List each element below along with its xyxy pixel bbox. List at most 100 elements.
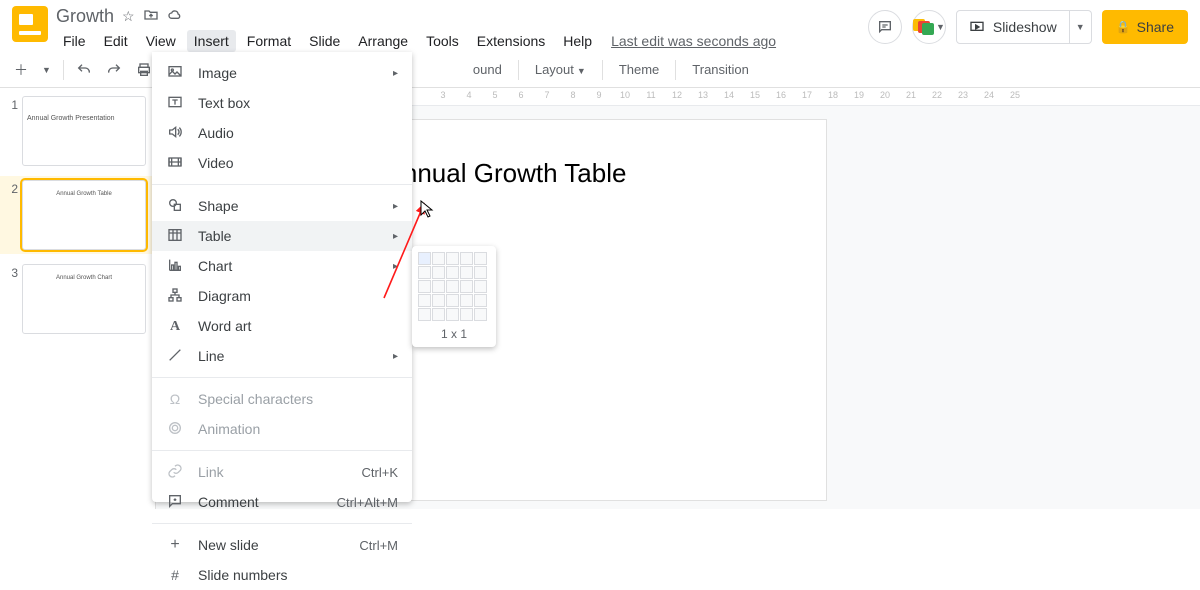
table-grid-cell[interactable]: [460, 308, 473, 321]
table-grid-cell[interactable]: [418, 266, 431, 279]
insert-menu-video[interactable]: Video: [152, 148, 412, 178]
menu-file[interactable]: File: [56, 30, 93, 52]
menu-item-label: Link: [198, 464, 224, 480]
menu-view[interactable]: View: [139, 30, 183, 52]
audio-icon: [166, 124, 184, 143]
toolbar-transition[interactable]: Transition: [682, 58, 759, 81]
menu-help[interactable]: Help: [556, 30, 599, 52]
undo-button[interactable]: [70, 58, 98, 82]
menu-slide[interactable]: Slide: [302, 30, 347, 52]
menu-separator: [152, 184, 412, 185]
ruler-tick: 24: [976, 90, 1002, 100]
insert-menu-text-box[interactable]: Text box: [152, 88, 412, 118]
insert-menu-diagram[interactable]: Diagram: [152, 281, 412, 311]
menu-arrange[interactable]: Arrange: [351, 30, 415, 52]
table-grid-cell[interactable]: [474, 280, 487, 293]
table-grid-cell[interactable]: [432, 266, 445, 279]
meet-button[interactable]: ▼: [912, 10, 946, 44]
spchar-icon: Ω: [166, 391, 184, 407]
table-grid-cell[interactable]: [446, 266, 459, 279]
star-icon[interactable]: ☆: [122, 8, 135, 25]
slide-thumbnail[interactable]: Annual Growth Chart: [22, 264, 146, 334]
toolbar-layout[interactable]: Layout▼: [525, 58, 596, 81]
ruler-tick: 10: [612, 90, 638, 100]
table-grid-cell[interactable]: [474, 294, 487, 307]
wordart-icon: A: [166, 317, 184, 335]
table-grid-cell[interactable]: [460, 280, 473, 293]
menu-edit[interactable]: Edit: [97, 30, 135, 52]
insert-menu-comment[interactable]: CommentCtrl+Alt+M: [152, 487, 412, 517]
table-grid-cell[interactable]: [460, 294, 473, 307]
thumb-row[interactable]: 2 Annual Growth Table: [0, 176, 155, 254]
table-grid-cell[interactable]: [474, 308, 487, 321]
move-to-folder-icon[interactable]: [143, 7, 159, 26]
slide-thumbnail[interactable]: Annual Growth Presentation: [22, 96, 146, 166]
insert-menu-image[interactable]: Image▸: [152, 58, 412, 88]
table-grid-picker[interactable]: [418, 252, 490, 321]
menu-item-label: Shape: [198, 198, 238, 214]
ruler-tick: 8: [560, 90, 586, 100]
new-slide-button[interactable]: ＋: [8, 56, 34, 84]
insert-menu-audio[interactable]: Audio: [152, 118, 412, 148]
thumb-number: 1: [6, 96, 18, 112]
menu-item-label: Video: [198, 155, 234, 171]
title-right: ▼ Slideshow ▼ 🔒 Share: [868, 6, 1188, 44]
last-edit-link[interactable]: Last edit was seconds ago: [611, 30, 776, 52]
separator: [675, 60, 676, 80]
insert-menu-line[interactable]: Line▸: [152, 341, 412, 371]
slideshow-button[interactable]: Slideshow: [956, 10, 1070, 44]
table-grid-cell[interactable]: [432, 280, 445, 293]
table-grid-cell[interactable]: [446, 294, 459, 307]
menu-format[interactable]: Format: [240, 30, 298, 52]
ruler-tick: 19: [846, 90, 872, 100]
insert-menu-shape[interactable]: Shape ▸: [152, 191, 412, 221]
menu-insert[interactable]: Insert: [187, 30, 236, 52]
document-title[interactable]: Growth: [56, 6, 114, 27]
new-slide-dropdown[interactable]: ▼: [36, 61, 57, 79]
ruler-tick: 25: [1002, 90, 1028, 100]
slideshow-dropdown[interactable]: ▼: [1070, 10, 1092, 44]
table-grid-cell[interactable]: [432, 294, 445, 307]
slides-app-icon[interactable]: [12, 6, 48, 42]
shape-icon: [166, 197, 184, 216]
table-grid-cell[interactable]: [418, 280, 431, 293]
ruler-tick: 23: [950, 90, 976, 100]
table-grid-cell[interactable]: [446, 308, 459, 321]
insert-menu-chart[interactable]: Chart▸: [152, 251, 412, 281]
caret-down-icon: ▼: [936, 22, 945, 32]
insert-menu-new-slide[interactable]: +New slideCtrl+M: [152, 530, 412, 560]
table-grid-cell[interactable]: [432, 252, 445, 265]
thumb-number: 3: [6, 264, 18, 280]
title-left: Growth ☆ File Edit View Insert Format Sl…: [56, 6, 776, 52]
ruler-tick: 18: [820, 90, 846, 100]
table-grid-cell[interactable]: [418, 294, 431, 307]
table-grid-cell[interactable]: [460, 266, 473, 279]
menu-tools[interactable]: Tools: [419, 30, 466, 52]
thumb-number: 2: [6, 180, 18, 196]
insert-menu-slide-numbers[interactable]: #Slide numbers: [152, 560, 412, 590]
insert-menu-table[interactable]: Table▸: [152, 221, 412, 251]
table-grid-cell[interactable]: [418, 252, 431, 265]
menu-extensions[interactable]: Extensions: [470, 30, 552, 52]
redo-button[interactable]: [100, 58, 128, 82]
table-grid-cell[interactable]: [418, 308, 431, 321]
ruler-tick: 7: [534, 90, 560, 100]
insert-menu-word-art[interactable]: AWord art: [152, 311, 412, 341]
comments-history-button[interactable]: [868, 10, 902, 44]
ruler-tick: 20: [872, 90, 898, 100]
submenu-arrow-icon: ▸: [393, 201, 398, 212]
table-grid-cell[interactable]: [446, 280, 459, 293]
table-grid-cell[interactable]: [474, 252, 487, 265]
thumb-row[interactable]: 1 Annual Growth Presentation: [6, 96, 149, 166]
table-grid-cell[interactable]: [446, 252, 459, 265]
table-grid-cell[interactable]: [460, 252, 473, 265]
cloud-status-icon[interactable]: [167, 7, 183, 26]
table-grid-cell[interactable]: [432, 308, 445, 321]
slide-thumbnail-selected[interactable]: Annual Growth Table: [22, 180, 146, 250]
toolbar-background-truncated[interactable]: ound: [463, 58, 512, 81]
separator: [602, 60, 603, 80]
share-button[interactable]: 🔒 Share: [1102, 10, 1188, 44]
thumb-row[interactable]: 3 Annual Growth Chart: [6, 264, 149, 334]
toolbar-theme[interactable]: Theme: [609, 58, 669, 81]
table-grid-cell[interactable]: [474, 266, 487, 279]
